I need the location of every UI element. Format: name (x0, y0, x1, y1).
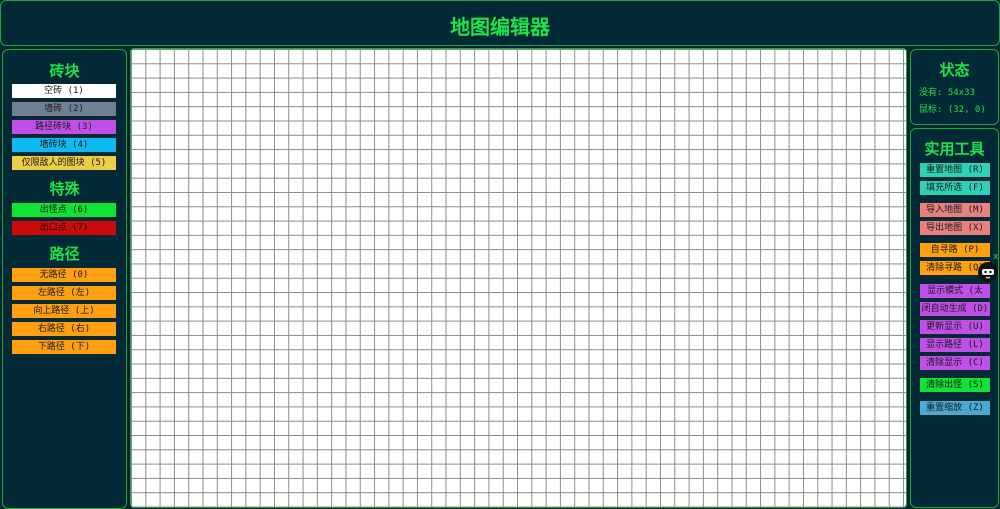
map-grid-canvas[interactable] (130, 48, 907, 508)
tile-empty-button[interactable]: 空砖 (1) (11, 83, 117, 99)
tile-path-button[interactable]: 路径砖块 (3) (11, 119, 117, 135)
auto-pathfind-button[interactable]: 自寻路 (P) (919, 242, 991, 258)
tiles-section-title: 砖块 (49, 62, 80, 80)
tile-wall-button[interactable]: 墙砖 (2) (11, 101, 117, 117)
fill-selection-button[interactable]: 填充所选 (F) (919, 180, 991, 196)
status-panel: 状态 没有: 54x33 鼠标: (32, 0) (910, 49, 999, 125)
spawn-point-button[interactable]: 出怪点 (6) (11, 202, 117, 218)
map-size-readout: 没有: 54x33 (919, 88, 975, 98)
paths-section-title: 路径 (49, 245, 80, 263)
tools-title: 实用工具 (924, 140, 985, 158)
export-map-button[interactable]: 导出地图 (X) (919, 220, 991, 236)
exit-point-button[interactable]: 出口点 (7) (11, 220, 117, 236)
header-bar: 地图编辑器 (0, 0, 1000, 46)
reset-zoom-button[interactable]: 重置缩放 (Z) (919, 400, 991, 416)
path-left-button[interactable]: 左路径 (左) (11, 285, 117, 301)
show-path-button[interactable]: 显示路径 (L) (919, 337, 991, 353)
path-up-button[interactable]: 向上路径 (上) (11, 303, 117, 319)
update-display-button[interactable]: 更新显示 (U) (919, 319, 991, 335)
path-none-button[interactable]: 无路径 (0) (11, 267, 117, 283)
path-down-button[interactable]: 下路径 (下) (11, 339, 117, 355)
special-section-title: 特殊 (49, 180, 80, 198)
tile-palette-panel: 砖块 空砖 (1) 墙砖 (2) 路径砖块 (3) 墙砖块 (4) 仅限敌人的图… (2, 49, 127, 509)
clear-spawns-button[interactable]: 清除出怪 (S) (919, 377, 991, 393)
import-map-button[interactable]: 导入地图 (M) (919, 202, 991, 218)
tile-enemy-only-button[interactable]: 仅限敌人的图块 (5) (11, 155, 117, 171)
page-title: 地图编辑器 (450, 15, 550, 39)
mouse-position-readout: 鼠标: (32, 0) (919, 105, 986, 115)
tools-panel: 实用工具 重置地图 (R) 填充所选 (F) 导入地图 (M) 导出地图 (X)… (910, 128, 999, 508)
ninja-cat-icon[interactable] (977, 261, 999, 283)
reset-map-button[interactable]: 重置地图 (R) (919, 162, 991, 178)
clear-display-button[interactable]: 清除显示 (C) (919, 355, 991, 371)
status-title: 状态 (939, 61, 970, 79)
path-right-button[interactable]: 右路径 (右) (11, 321, 117, 337)
display-mode-button[interactable]: 显示模式 (太空) (919, 283, 991, 310)
auto-generate-toggle-button[interactable]: 闭自动生成 (D) (919, 301, 991, 317)
tile-wall-block-button[interactable]: 墙砖块 (4) (11, 137, 117, 153)
